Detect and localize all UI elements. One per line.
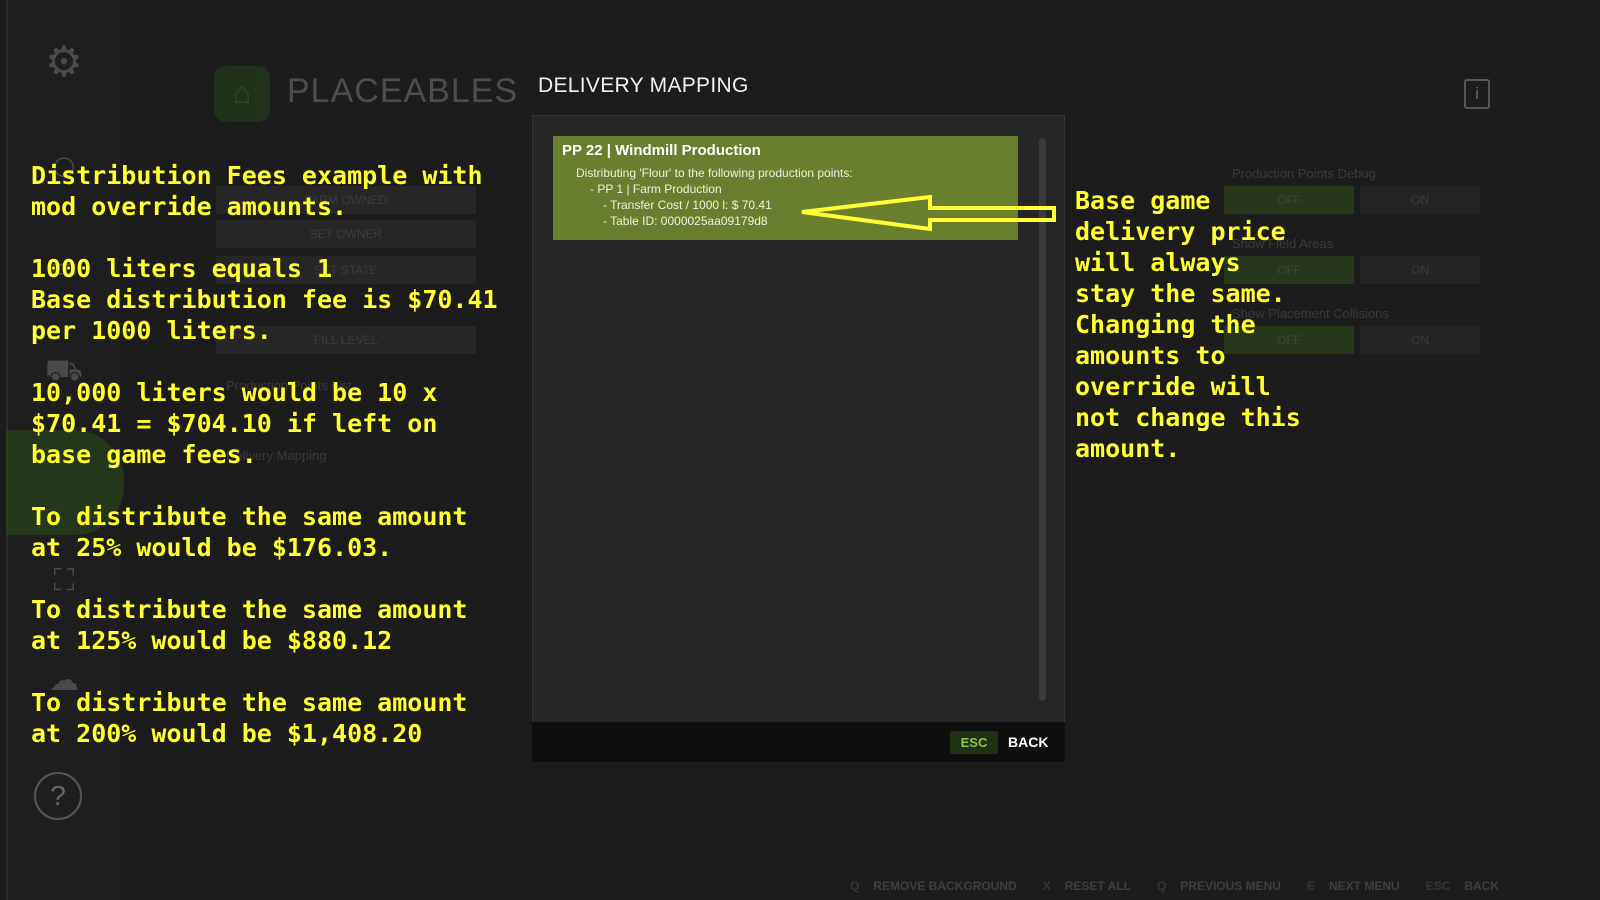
footer-hint[interactable]: ESC BACK — [1426, 879, 1499, 893]
help-icon[interactable]: ? — [34, 772, 82, 820]
dialog-title: DELIVERY MAPPING — [538, 74, 749, 97]
page-title: PLACEABLES — [287, 72, 519, 110]
esc-key[interactable]: ESC — [950, 731, 998, 754]
right-annotation: Base game delivery price will always sta… — [1075, 186, 1301, 463]
collisions-on-toggle[interactable]: ON — [1360, 326, 1480, 354]
entry-title: PP 22 | Windmill Production — [562, 142, 761, 159]
footer-hints: Q REMOVE BACKGROUND X RESET ALL Q PREVIOUS … — [850, 876, 1499, 896]
footer-hint[interactable]: E NEXT MENU — [1307, 879, 1400, 893]
gear-icon[interactable]: ⚙ — [38, 36, 90, 88]
info-icon[interactable]: i — [1464, 79, 1490, 109]
footer-hint[interactable]: Q PREVIOUS MENU — [1157, 879, 1281, 893]
dialog-footer: ESC BACK — [532, 722, 1065, 762]
footer-hint[interactable]: Q REMOVE BACKGROUND — [850, 879, 1017, 893]
production-points-debug-label: Production Points Debug — [1232, 166, 1376, 181]
debug-on-toggle[interactable]: ON — [1360, 186, 1480, 214]
footer-hint[interactable]: X RESET ALL — [1043, 879, 1131, 893]
placeables-icon: ⌂ — [214, 66, 270, 122]
pointer-arrow-icon — [801, 194, 1056, 232]
back-button[interactable]: BACK — [1008, 731, 1048, 754]
screen: ⚙ ○ ▭ ⛟ ⛶ ☁ ? ⌂ PLACEABLES i FARM OWNED … — [0, 0, 1600, 900]
entry-description: Distributing 'Flour' to the following pr… — [576, 166, 853, 180]
field-areas-on-toggle[interactable]: ON — [1360, 256, 1480, 284]
left-annotation: Distribution Fees example with mod overr… — [31, 161, 498, 748]
